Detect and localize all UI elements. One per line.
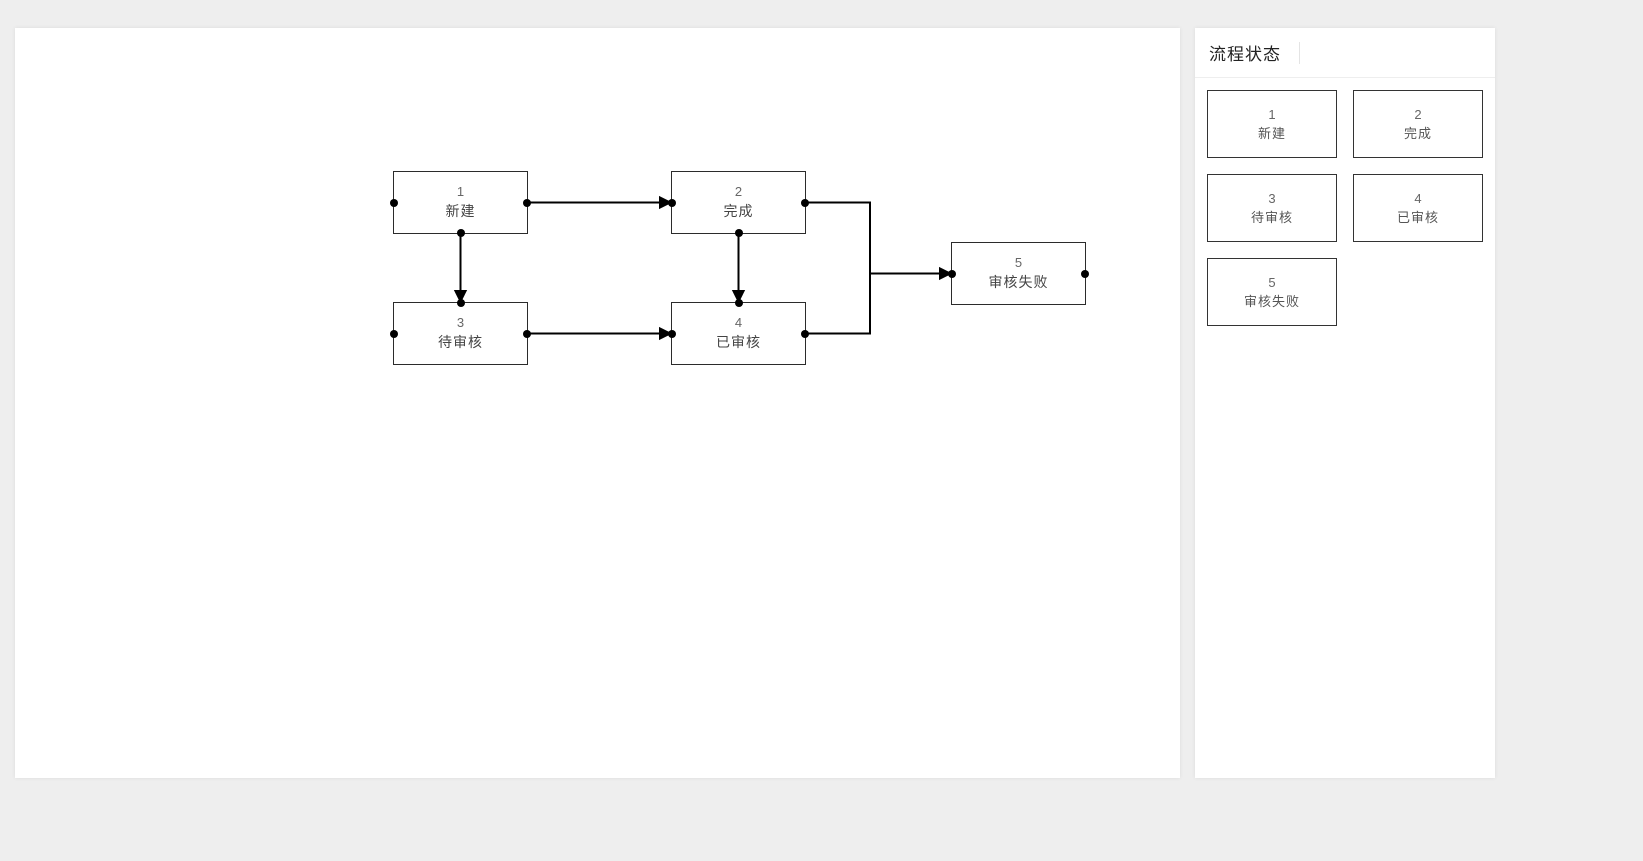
node-port-left[interactable]	[390, 199, 398, 207]
node-port-right[interactable]	[523, 199, 531, 207]
flow-edge-2-5[interactable]	[806, 203, 870, 334]
palette-node-label: 待审核	[1251, 207, 1293, 226]
node-port-right[interactable]	[801, 199, 809, 207]
flow-node-label: 已审核	[716, 332, 761, 352]
node-port-right[interactable]	[801, 330, 809, 338]
flow-node-2[interactable]: 2 完成	[671, 171, 806, 234]
palette-node-label: 新建	[1258, 123, 1286, 142]
flow-node-number: 1	[457, 184, 464, 199]
flow-node-5[interactable]: 5 审核失败	[951, 242, 1086, 305]
palette-node-5[interactable]: 5审核失败	[1207, 258, 1337, 326]
flow-node-number: 5	[1015, 255, 1022, 270]
palette-node-label: 审核失败	[1244, 291, 1300, 310]
flow-node-4[interactable]: 4 已审核	[671, 302, 806, 365]
flow-node-number: 3	[457, 315, 464, 330]
node-port-right[interactable]	[1081, 270, 1089, 278]
node-port-left[interactable]	[948, 270, 956, 278]
palette-node-label: 完成	[1404, 123, 1432, 142]
flow-node-1[interactable]: 1 新建	[393, 171, 528, 234]
node-port-top[interactable]	[735, 299, 743, 307]
flow-edge-4-5[interactable]	[806, 274, 951, 334]
node-port-left[interactable]	[668, 330, 676, 338]
flow-node-label: 审核失败	[989, 272, 1049, 292]
palette-node-number: 4	[1414, 191, 1421, 206]
node-port-top[interactable]	[457, 299, 465, 307]
node-port-right[interactable]	[523, 330, 531, 338]
flow-node-number: 4	[735, 315, 742, 330]
palette-node-number: 5	[1268, 275, 1275, 290]
flow-node-label: 完成	[724, 201, 754, 221]
palette-node-4[interactable]: 4已审核	[1353, 174, 1483, 242]
node-port-bottom[interactable]	[457, 229, 465, 237]
flow-canvas-panel: 1 新建 2 完成 3 待审核 4 已审核 5 审核失败	[15, 28, 1180, 778]
side-panel-title-divider	[1299, 42, 1300, 64]
node-port-left[interactable]	[390, 330, 398, 338]
flow-node-label: 待审核	[438, 332, 483, 352]
side-panel: 流程状态 1新建2完成3待审核4已审核5审核失败	[1195, 28, 1495, 778]
palette-node-number: 2	[1414, 107, 1421, 122]
node-port-left[interactable]	[668, 199, 676, 207]
palette-node-3[interactable]: 3待审核	[1207, 174, 1337, 242]
palette-node-number: 1	[1268, 107, 1275, 122]
palette-node-number: 3	[1268, 191, 1275, 206]
side-panel-header: 流程状态	[1195, 28, 1495, 78]
side-panel-title: 流程状态	[1209, 40, 1281, 65]
palette-node-2[interactable]: 2完成	[1353, 90, 1483, 158]
flow-canvas[interactable]: 1 新建 2 完成 3 待审核 4 已审核 5 审核失败	[15, 28, 1180, 778]
flow-node-label: 新建	[446, 201, 476, 221]
flow-node-number: 2	[735, 184, 742, 199]
flow-edge-layer	[15, 28, 1180, 778]
flow-node-3[interactable]: 3 待审核	[393, 302, 528, 365]
state-palette: 1新建2完成3待审核4已审核5审核失败	[1195, 78, 1495, 338]
palette-node-1[interactable]: 1新建	[1207, 90, 1337, 158]
palette-node-label: 已审核	[1397, 207, 1439, 226]
node-port-bottom[interactable]	[735, 229, 743, 237]
